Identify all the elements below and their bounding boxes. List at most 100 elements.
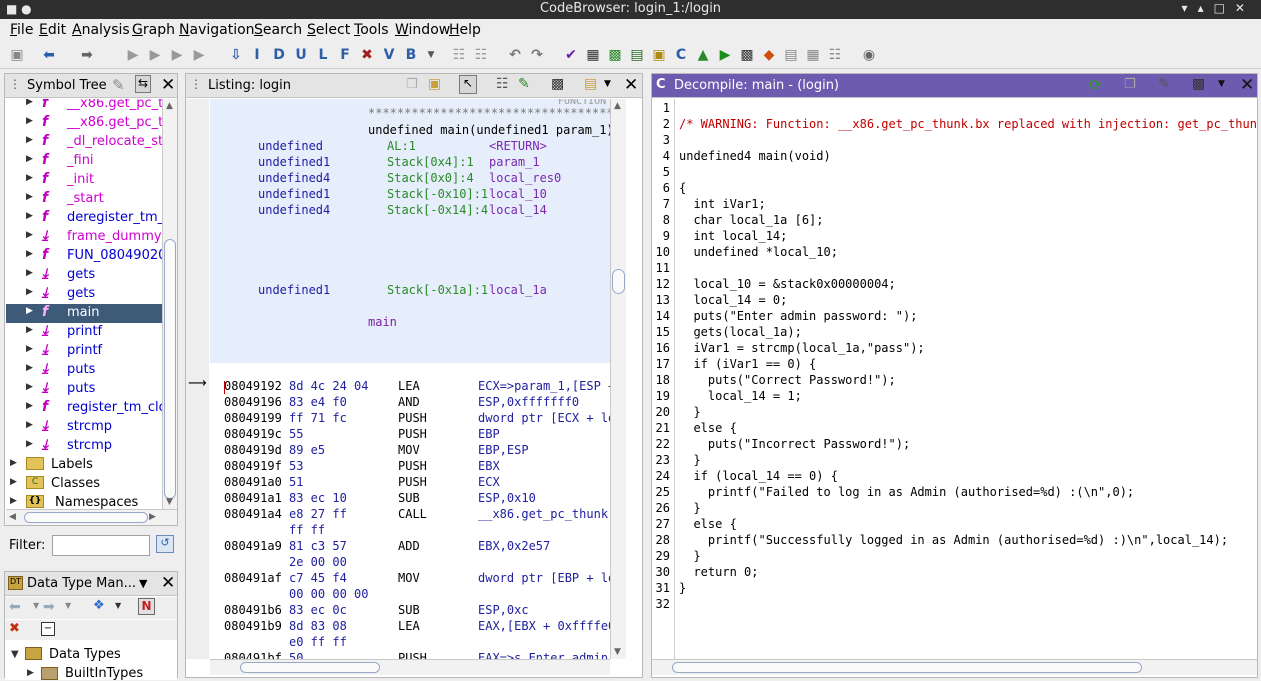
code-text[interactable]: printf("Successfully logged in as Admin …: [679, 533, 1228, 547]
list-item[interactable]: ▶ f FUN_08049020: [6, 247, 162, 266]
instruction-bytes[interactable]: 8d 83 08: [289, 619, 347, 633]
instruction-operands[interactable]: dword ptr [ECX + local_res0]: [478, 411, 610, 425]
scroll-down-icon[interactable]: ▼: [614, 647, 621, 657]
expand-arrow-icon[interactable]: ▶: [27, 668, 34, 678]
back-icon[interactable]: ⬅: [40, 45, 58, 65]
diff-icon[interactable]: ✎: [518, 76, 530, 92]
function-label[interactable]: main: [368, 315, 397, 329]
menu-graph[interactable]: Graph: [132, 22, 175, 38]
code-line[interactable]: 14 puts("Enter admin password: ");: [652, 309, 918, 325]
chevron-down-icon[interactable]: ▼: [139, 577, 147, 590]
list-item[interactable]: ▶fderegister_tm_clones: [6, 209, 162, 228]
code-text[interactable]: char local_1a [6];: [679, 213, 823, 227]
instruction-mnemonic[interactable]: LEA: [398, 379, 420, 393]
instruction-mnemonic[interactable]: PUSH: [398, 427, 427, 441]
close-icon[interactable]: ✕: [1240, 75, 1254, 95]
instruction-address[interactable]: 080491af: [224, 571, 282, 585]
code-text[interactable]: return 0;: [679, 565, 758, 579]
code-text[interactable]: puts("Enter admin password: ");: [679, 309, 917, 323]
back-icon[interactable]: ⬅: [9, 599, 21, 615]
list-item[interactable]: ▶f__x86.get_pc_thunk.ax: [6, 99, 162, 114]
instruction-bytes[interactable]: e0 ff ff: [289, 635, 347, 649]
list-item[interactable]: ▶f__x86.get_pc_thunk.bx: [6, 114, 162, 133]
forward-icon[interactable]: ➡: [43, 599, 55, 615]
scroll-up-icon[interactable]: ▲: [614, 101, 621, 111]
instruction-mnemonic[interactable]: SUB: [398, 491, 420, 505]
listing-vscrollbar[interactable]: ▲ ▼: [610, 99, 626, 659]
code-line[interactable]: 27 else {: [652, 517, 737, 533]
code-line[interactable]: 25 printf("Failed to log in as Admin (au…: [652, 485, 1135, 501]
instruction-bytes[interactable]: 83 ec 0c: [289, 603, 347, 617]
expand-arrow-icon[interactable]: ▶: [26, 401, 33, 411]
bookmark-nav-icon[interactable]: ✖: [358, 45, 376, 65]
instruction-mnemonic[interactable]: ADD: [398, 539, 420, 553]
code-line[interactable]: 4 undefined4 main(void): [652, 149, 831, 165]
code-text[interactable]: puts("Correct Password!");: [679, 373, 896, 387]
decompile-hscrollbar[interactable]: [652, 659, 1257, 675]
menu-analysis[interactable]: Analysis: [72, 22, 130, 38]
var-name[interactable]: <RETURN>: [489, 139, 547, 153]
expand-arrow-icon[interactable]: ▶: [26, 420, 33, 430]
table-icon[interactable]: ▤: [782, 45, 800, 65]
scroll-thumb[interactable]: [24, 512, 148, 523]
instruction-bytes[interactable]: 55: [289, 427, 303, 441]
code-text[interactable]: local_14 = 1;: [679, 389, 802, 403]
run-icon[interactable]: ▶: [716, 45, 734, 65]
undefined-nav-button[interactable]: U: [292, 45, 310, 65]
instruction-address[interactable]: 080491a9: [224, 539, 282, 553]
instruction-bytes[interactable]: e8 27 ff: [289, 507, 347, 521]
list-item[interactable]: ▶ ⤓ puts: [6, 361, 162, 380]
instruction-bytes[interactable]: 83 e4 f0: [289, 395, 347, 409]
folder-labels[interactable]: ▶ Labels: [6, 456, 162, 475]
scroll-thumb[interactable]: [164, 239, 176, 499]
code-text[interactable]: }: [679, 501, 700, 515]
instruction-bytes[interactable]: 00 00 00 00: [289, 587, 368, 601]
code-line[interactable]: 32: [652, 597, 670, 613]
redo-group-icon[interactable]: ☷: [472, 45, 490, 65]
collapse-all-icon[interactable]: −: [41, 622, 55, 636]
edit-signature-icon[interactable]: ✎: [1158, 76, 1170, 92]
chevron-down-icon[interactable]: ▼: [1218, 79, 1225, 89]
folder-namespaces[interactable]: ▶{} Namespaces: [6, 494, 162, 509]
expand-arrow-icon[interactable]: ▶: [26, 382, 33, 392]
tree-icon[interactable]: ☷: [826, 45, 844, 65]
instruction-operands[interactable]: dword ptr [EBP + local_14],0x0: [478, 571, 610, 585]
instruction-mnemonic[interactable]: MOV: [398, 443, 420, 457]
symbol-tree-vscrollbar[interactable]: ▲ ▼: [162, 99, 177, 509]
expand-arrow-icon[interactable]: ▶: [26, 116, 33, 126]
code-text[interactable]: }: [679, 581, 686, 595]
bytes-icon[interactable]: ▩: [606, 45, 624, 65]
decompiler-icon[interactable]: C: [672, 45, 690, 65]
list-item[interactable]: ▶ ⤓ strcmp: [6, 418, 162, 437]
instruction-bytes[interactable]: 8d 4c 24 04: [289, 379, 368, 393]
list-item[interactable]: ▶ ⤓ frame_dummy: [6, 228, 162, 247]
list-item[interactable]: ▶ ⤓ strcmp: [6, 437, 162, 456]
listing-hscrollbar[interactable]: [210, 659, 610, 675]
code-line[interactable]: 15 gets(local_1a);: [652, 325, 802, 341]
code-text[interactable]: undefined *local_10;: [679, 245, 838, 259]
expand-arrow-icon[interactable]: ▶: [26, 211, 33, 221]
nav-data-icon[interactable]: ▶: [190, 45, 208, 65]
expand-arrow-icon[interactable]: ▶: [26, 363, 33, 373]
code-line[interactable]: 19 local_14 = 1;: [652, 389, 802, 405]
instruction-operands[interactable]: EBP,ESP: [478, 443, 529, 457]
expand-arrow-icon[interactable]: ▶: [10, 458, 17, 468]
instruction-operands[interactable]: ECX=>param_1,[ESP + 0x4]: [478, 379, 610, 393]
code-text[interactable]: /* WARNING: Function: __x86.get_pc_thunk…: [679, 117, 1257, 131]
instruction-address[interactable]: 080491a0: [224, 475, 282, 489]
menu-file[interactable]: File: [10, 22, 33, 38]
code-line[interactable]: 1: [652, 101, 670, 117]
code-text[interactable]: printf("Failed to log in as Admin (autho…: [679, 485, 1134, 499]
instruction-mnemonic[interactable]: LEA: [398, 619, 420, 633]
instruction-mnemonic[interactable]: SUB: [398, 603, 420, 617]
scroll-up-icon[interactable]: ▲: [166, 101, 173, 111]
code-line[interactable]: 22 puts("Incorrect Password!");: [652, 437, 911, 453]
code-text[interactable]: else {: [679, 517, 736, 531]
expand-arrow-icon[interactable]: ▶: [26, 173, 33, 183]
filter-options-icon[interactable]: ↺: [156, 535, 174, 553]
instruction-bytes[interactable]: 2e 00 00: [289, 555, 347, 569]
code-text[interactable]: int local_14;: [679, 229, 787, 243]
close-icon[interactable]: ✕: [161, 75, 175, 95]
expand-arrow-icon[interactable]: ▶: [10, 477, 17, 487]
instruction-operands[interactable]: ESP,0xc: [478, 603, 529, 617]
